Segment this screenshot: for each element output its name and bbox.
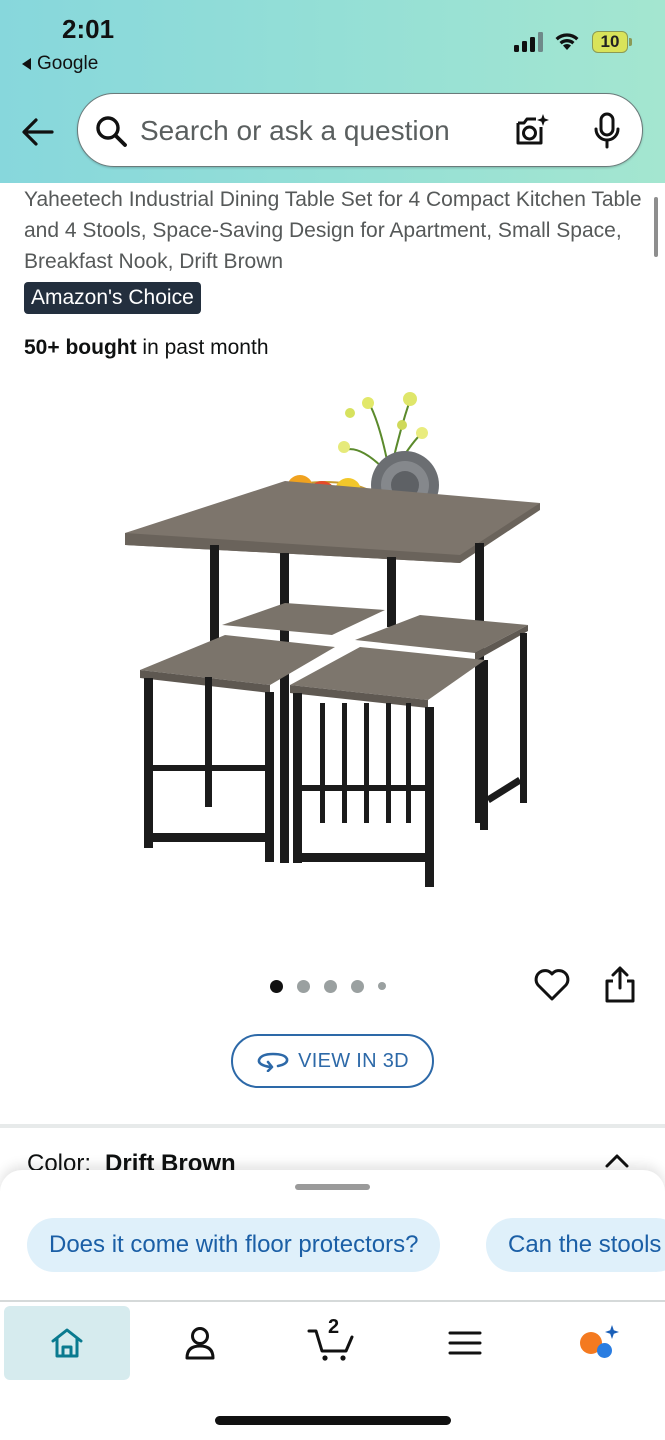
bought-count: 50+ bought in past month — [24, 336, 269, 360]
nav-home[interactable] — [4, 1306, 130, 1380]
back-arrow-icon[interactable] — [20, 114, 56, 150]
nav-account[interactable] — [137, 1306, 263, 1380]
menu-icon — [448, 1331, 482, 1355]
search-input[interactable] — [140, 112, 480, 150]
microphone-icon[interactable] — [592, 112, 622, 150]
wifi-icon — [555, 33, 579, 50]
suggestion-chip[interactable]: Does it come with floor protectors? — [27, 1218, 441, 1272]
scroll-indicator — [654, 197, 658, 257]
carousel-dot[interactable] — [297, 979, 310, 993]
person-icon — [185, 1327, 215, 1360]
nav-menu[interactable] — [402, 1306, 528, 1380]
share-icon[interactable] — [603, 964, 637, 1004]
nav-cart[interactable]: 2 — [268, 1306, 394, 1380]
image-carousel-dots[interactable] — [270, 978, 386, 994]
home-icon — [51, 1328, 83, 1358]
battery-icon: 10 — [592, 31, 632, 53]
nav-rufus[interactable] — [535, 1306, 661, 1380]
heart-icon[interactable] — [533, 966, 571, 1004]
home-indicator[interactable] — [215, 1416, 451, 1425]
carousel-dot[interactable] — [378, 982, 386, 990]
header: 2:01 Google 10 — [0, 0, 665, 183]
back-to-app-link[interactable]: Google — [22, 53, 98, 75]
carousel-dot[interactable] — [324, 979, 337, 993]
amazons-choice-badge[interactable]: Amazon's Choice — [24, 282, 201, 314]
sheet-drag-handle[interactable] — [295, 1184, 370, 1190]
rotate-3d-icon — [257, 1052, 289, 1072]
search-bar[interactable] — [77, 93, 643, 167]
product-image[interactable] — [110, 385, 560, 905]
carousel-dot[interactable] — [270, 979, 283, 993]
rufus-icon — [580, 1325, 619, 1358]
suggestion-chip[interactable]: Can the stools — [486, 1218, 665, 1272]
chevron-up-icon[interactable] — [603, 1150, 631, 1170]
view-in-3d-button[interactable]: VIEW IN 3D — [231, 1034, 434, 1088]
carousel-dot[interactable] — [351, 979, 364, 993]
battery-level: 10 — [600, 32, 620, 51]
search-icon — [96, 116, 127, 147]
back-app-label: Google — [37, 53, 99, 74]
app-screen: 2:01 Google 10 Search or ask a question … — [0, 0, 665, 1440]
status-time: 2:01 — [62, 14, 115, 44]
bought-count-rest: in past month — [136, 336, 269, 359]
section-divider — [0, 1124, 665, 1128]
bought-count-strong: 50+ bought — [24, 336, 137, 359]
suggestion-sheet: Does it come with floor protectors? Can … — [0, 1170, 665, 1300]
view-in-3d-label: VIEW IN 3D — [298, 1049, 409, 1072]
cellular-signal-icon — [514, 32, 543, 52]
camera-search-icon[interactable] — [513, 112, 551, 150]
product-title: Yaheetech Industrial Dining Table Set fo… — [24, 188, 642, 273]
cart-count: 2 — [328, 1316, 340, 1338]
back-triangle-icon — [22, 58, 31, 70]
